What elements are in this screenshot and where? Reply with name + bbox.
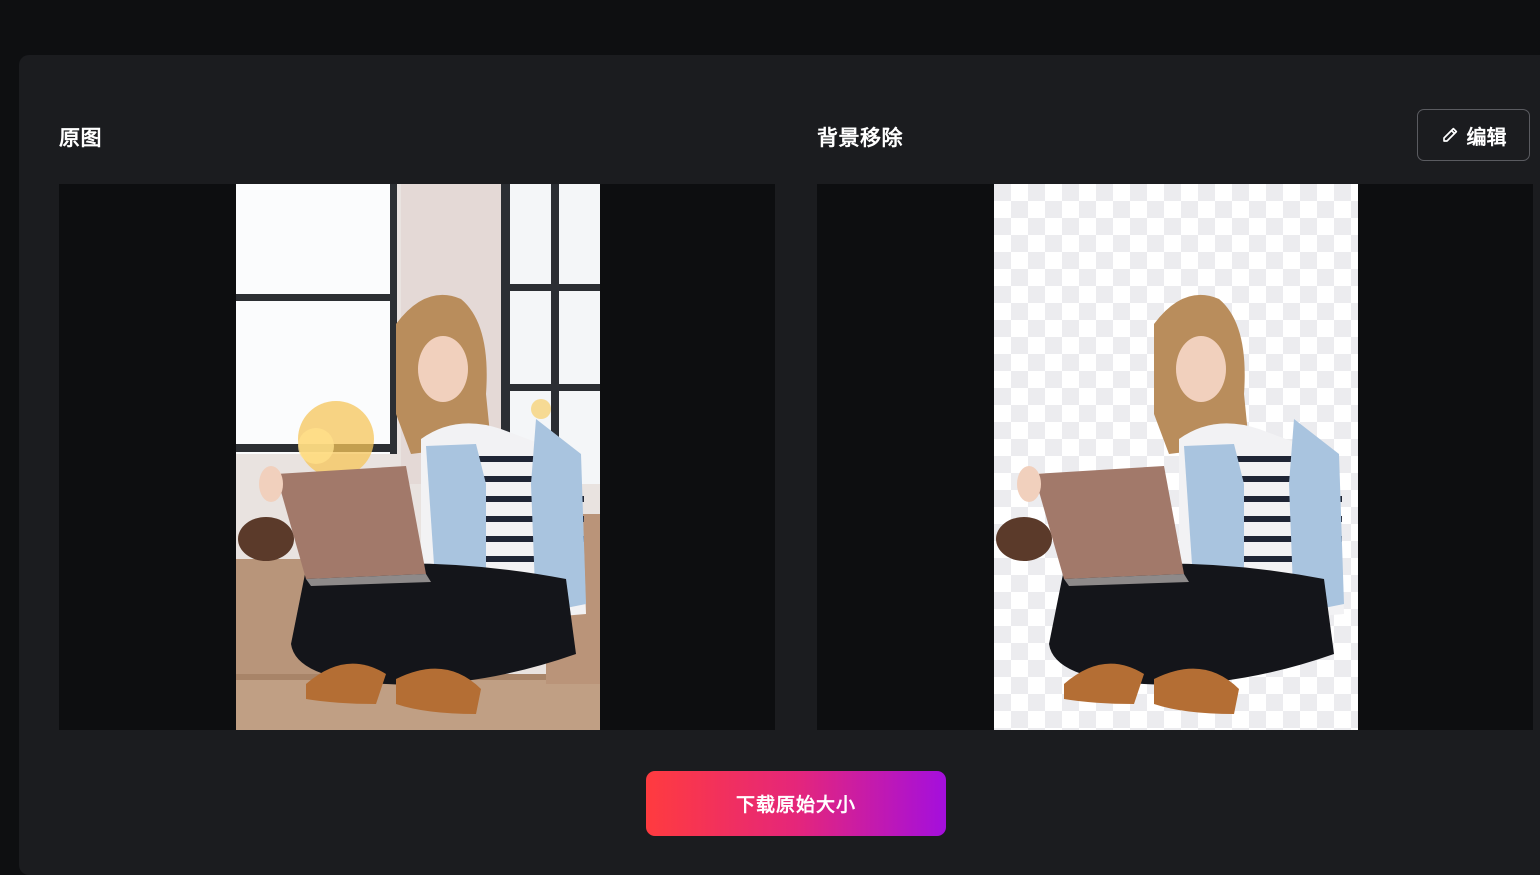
edit-button[interactable]: 编辑 <box>1417 109 1530 161</box>
original-title: 原图 <box>59 126 102 150</box>
original-image-pane <box>59 184 775 730</box>
pencil-icon <box>1441 126 1459 144</box>
download-original-size-button[interactable]: 下载原始大小 <box>646 771 946 836</box>
edit-button-label: 编辑 <box>1466 124 1507 149</box>
original-photo <box>236 184 600 730</box>
cutout-photo <box>994 184 1358 730</box>
background-removed-pane <box>817 184 1533 730</box>
background-removed-title: 背景移除 <box>817 126 903 150</box>
